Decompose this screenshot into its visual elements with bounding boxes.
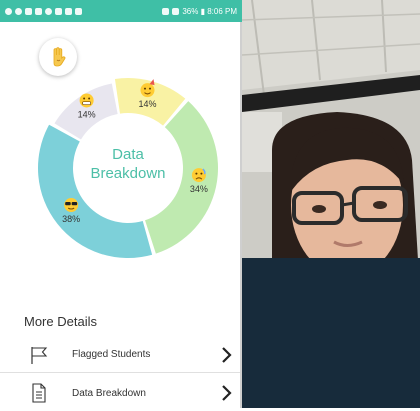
data-breakdown-row[interactable]: Data Breakdown	[0, 375, 242, 411]
data-breakdown-label: Data Breakdown	[72, 387, 146, 399]
notification-icon	[15, 7, 22, 15]
app-icon	[55, 7, 62, 15]
slice-emoji-cool	[64, 198, 79, 213]
status-bar: 36% ▮ 8:06 PM	[0, 0, 242, 22]
wifi-icon	[162, 7, 170, 15]
party-emoji-icon	[140, 83, 155, 98]
chart-center-label: Data Breakdown	[90, 146, 166, 182]
slice-label-cool: 38%	[62, 214, 80, 224]
flagged-students-row[interactable]: Flagged Students	[0, 337, 242, 373]
hand-icon	[53, 47, 66, 67]
slice-emoji-sad	[191, 168, 206, 183]
battery-time-text: 36% ▮ 8:06 PM	[182, 6, 237, 16]
mail-icon	[75, 7, 82, 15]
data-breakdown-chart[interactable]: 14% 14% 34% 38% Data Breakdown	[35, 75, 221, 261]
logo-button[interactable]	[39, 38, 77, 76]
grimace-emoji-icon	[79, 93, 94, 108]
chevron-right-icon	[222, 347, 232, 363]
more-details-heading: More Details	[24, 314, 97, 329]
camera-image	[242, 0, 420, 408]
signal-icon	[5, 7, 12, 15]
slice-label-party: 14%	[138, 99, 156, 109]
photo-icon	[65, 7, 72, 15]
flag-icon	[31, 346, 48, 364]
slice-label-sad: 34%	[190, 184, 208, 194]
document-icon	[32, 383, 46, 403]
chevron-right-icon	[222, 385, 232, 401]
image-icon	[25, 7, 32, 15]
slice-emoji-grimace	[79, 93, 94, 108]
cell-signal-icon	[172, 7, 180, 15]
app-screen: 14% 14% 34% 38% Data Breakdown More Details…	[0, 22, 242, 408]
message-icon	[35, 7, 42, 15]
flagged-students-label: Flagged Students	[72, 349, 151, 360]
status-icons	[5, 7, 82, 15]
video-feed	[242, 0, 420, 408]
slice-label-grimace: 14%	[78, 109, 96, 119]
status-right: 36% ▮ 8:06 PM	[162, 7, 237, 16]
gear-icon	[45, 7, 52, 15]
